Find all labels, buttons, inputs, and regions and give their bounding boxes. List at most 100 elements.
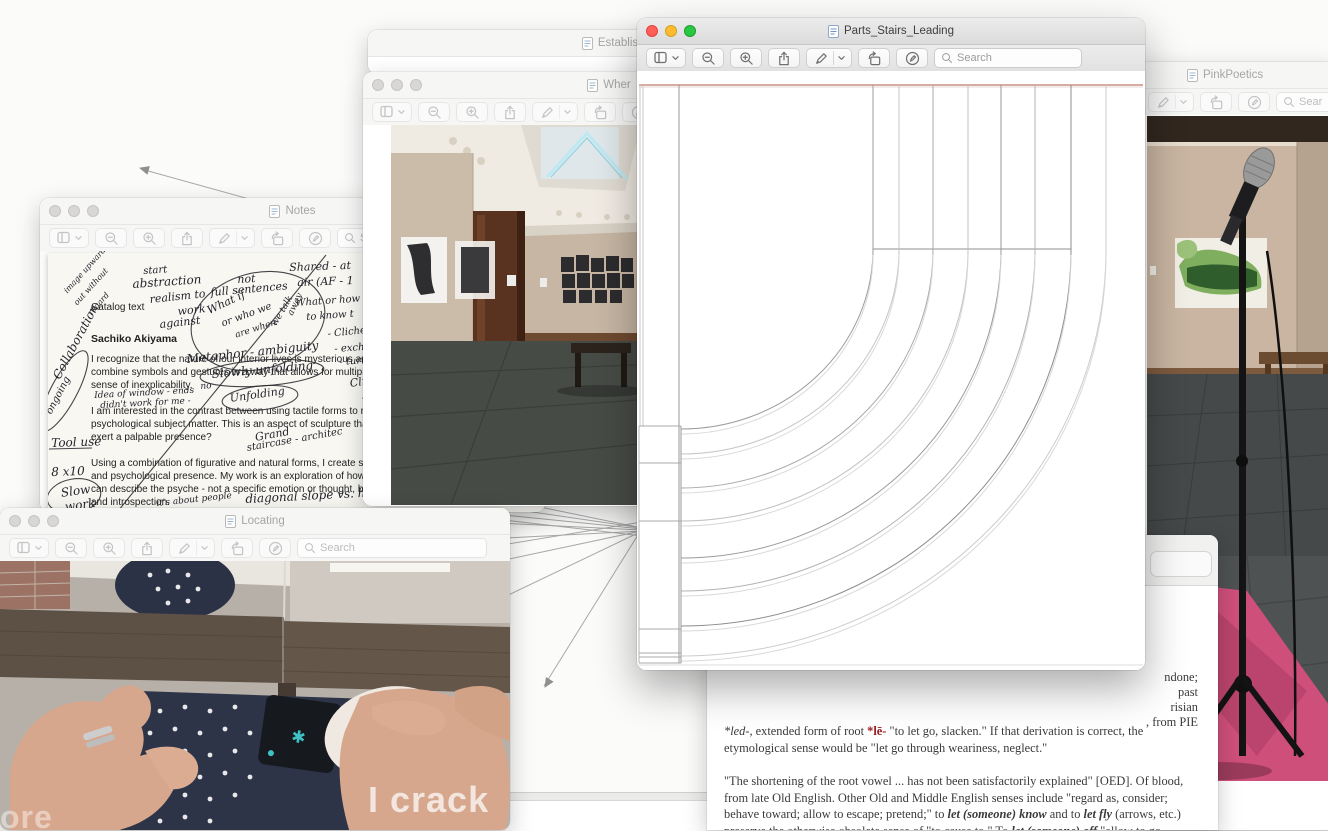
search-icon [304, 542, 316, 554]
search-input[interactable]: Sear [1276, 92, 1328, 112]
establish-title-text: Establis [598, 37, 638, 49]
rotate-button[interactable] [858, 48, 890, 68]
markup-button[interactable] [806, 48, 852, 68]
pinkpoetics-title-text: PinkPoetics [1203, 69, 1263, 81]
statement-paragraph: I am interested in the contrast between … [91, 405, 387, 444]
minimize-button[interactable] [68, 205, 80, 217]
markup-icon [177, 541, 192, 555]
markup-circle-icon [905, 51, 920, 66]
minimize-button[interactable] [665, 25, 677, 37]
search-placeholder: Search [957, 52, 992, 64]
locating-toolbar: Search [0, 535, 510, 562]
sidebar-icon [672, 55, 679, 61]
sidebar-button[interactable] [372, 102, 412, 122]
sidebar-icon [57, 231, 73, 245]
desktop: { "windows": { "parts": {"title":"Parts_… [0, 0, 1328, 830]
markup-button[interactable] [169, 538, 215, 558]
markup-icon [201, 545, 208, 551]
close-button[interactable] [646, 25, 658, 37]
rotate-button[interactable] [221, 538, 253, 558]
zoom-out-button[interactable] [692, 48, 724, 68]
markup-circle-button[interactable] [259, 538, 291, 558]
zoom-button[interactable] [47, 515, 59, 527]
markup-icon [838, 55, 845, 61]
zoom-in-button[interactable] [730, 48, 762, 68]
parts-toolbar: Search [637, 45, 1145, 72]
markup-icon [217, 231, 232, 245]
zoom-in-icon [739, 51, 754, 66]
rotate-button[interactable] [1200, 92, 1232, 112]
rotate-button[interactable] [261, 228, 293, 248]
share-icon [140, 541, 154, 556]
share-button[interactable] [768, 48, 800, 68]
zoom-out-icon [64, 541, 79, 556]
pinkpoetics-toolbar: Sear [1139, 89, 1328, 116]
handwritten-note: air (AF - 1 [297, 274, 354, 289]
search-input[interactable]: Search [934, 48, 1082, 68]
share-icon [180, 231, 194, 246]
sidebar-icon [75, 235, 82, 241]
search-placeholder: Search [320, 542, 355, 554]
photo-watermark-text: I crack [368, 779, 489, 821]
locating-window-controls [9, 515, 59, 527]
etymology-paragraph: "The shortening of the root vowel ... ha… [724, 773, 1202, 830]
share-button[interactable] [494, 102, 526, 122]
zoom-button[interactable] [410, 79, 422, 91]
photo-watermark-fragment: ore [0, 799, 53, 830]
locating-titlebar[interactable]: Locating [0, 508, 510, 535]
share-button[interactable] [171, 228, 203, 248]
window-parts-stairs-leading[interactable]: Parts_Stairs_Leading Search [637, 18, 1145, 670]
locating-title: Locating [225, 515, 284, 528]
sidebar-button[interactable] [49, 228, 89, 248]
zoom-in-button[interactable] [456, 102, 488, 122]
zoom-in-button[interactable] [133, 228, 165, 248]
rotate-button[interactable] [584, 102, 616, 122]
markup-circle-button[interactable] [299, 228, 331, 248]
connector-arrowhead [541, 677, 554, 690]
window-locating[interactable]: Locating Search [0, 508, 510, 830]
markup-circle-button[interactable] [896, 48, 928, 68]
markup-icon [540, 105, 555, 119]
close-button[interactable] [372, 79, 384, 91]
zoom-button[interactable] [87, 205, 99, 217]
parts-titlebar[interactable]: Parts_Stairs_Leading [637, 18, 1145, 45]
etymology-search-field[interactable] [1150, 551, 1212, 577]
zoom-in-icon [142, 231, 157, 246]
wher-title-text: Wher [603, 79, 630, 91]
zoom-out-icon [427, 105, 442, 120]
sidebar-button[interactable] [646, 48, 686, 68]
search-icon [941, 52, 953, 64]
markup-icon [241, 235, 248, 241]
markup-circle-button[interactable] [1238, 92, 1270, 112]
share-button[interactable] [131, 538, 163, 558]
handwritten-note: Tool use [51, 434, 102, 450]
zoom-out-button[interactable] [418, 102, 450, 122]
rotate-icon [230, 541, 245, 556]
markup-circle-icon [268, 541, 283, 556]
zoom-in-button[interactable] [93, 538, 125, 558]
document-icon [828, 25, 839, 38]
sidebar-icon [35, 545, 42, 551]
sidebar-button[interactable] [9, 538, 49, 558]
pinkpoetics-title: PinkPoetics [1187, 69, 1263, 82]
sidebar-icon [380, 105, 396, 119]
close-button[interactable] [49, 205, 61, 217]
search-input[interactable]: Search [297, 538, 487, 558]
markup-icon [1156, 95, 1171, 109]
rotate-icon [593, 105, 608, 120]
pinkpoetics-titlebar[interactable]: PinkPoetics [1139, 62, 1328, 89]
locating-title-text: Locating [241, 515, 284, 527]
markup-button[interactable] [532, 102, 578, 122]
markup-button[interactable] [1148, 92, 1194, 112]
sidebar-icon [17, 541, 33, 555]
notes-title-text: Notes [285, 205, 315, 217]
minimize-button[interactable] [28, 515, 40, 527]
markup-button[interactable] [209, 228, 255, 248]
zoom-out-button[interactable] [55, 538, 87, 558]
minimize-button[interactable] [391, 79, 403, 91]
close-button[interactable] [9, 515, 21, 527]
zoom-out-button[interactable] [95, 228, 127, 248]
zoom-in-icon [102, 541, 117, 556]
zoom-button[interactable] [684, 25, 696, 37]
sidebar-icon [398, 109, 405, 115]
